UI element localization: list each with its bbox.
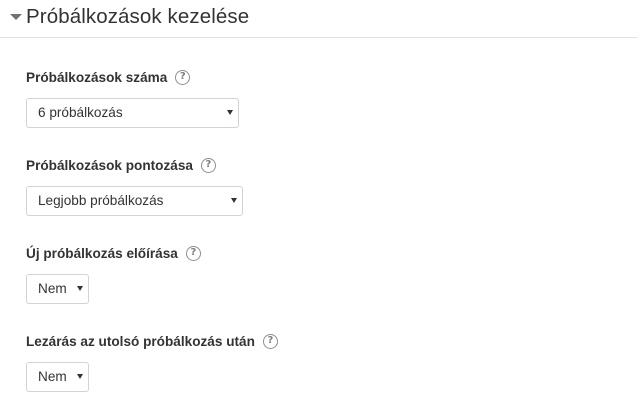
dropdown-arrow-icon — [231, 198, 237, 203]
field-label: Próbálkozások száma — [26, 69, 168, 85]
field-label: Próbálkozások pontozása — [26, 157, 193, 173]
dropdown-arrow-icon — [77, 374, 83, 379]
attempts-count-select[interactable]: 6 próbálkozás — [26, 98, 239, 128]
dropdown-arrow-icon — [227, 110, 233, 115]
field-label: Lezárás az utolsó próbálkozás után — [26, 333, 255, 349]
field-label-row: Lezárás az utolsó próbálkozás után ? — [26, 332, 278, 350]
select-value: Legjobb próbálkozás — [38, 193, 164, 208]
question-circle-icon[interactable]: ? — [200, 157, 216, 173]
caret-down-icon[interactable] — [10, 14, 22, 20]
field-label: Új próbálkozás előírása — [26, 245, 178, 261]
question-circle-icon[interactable]: ? — [175, 69, 191, 85]
field-attempts-count: Próbálkozások száma ? 6 próbálkozás — [26, 68, 239, 128]
section-title[interactable]: Próbálkozások kezelése — [26, 5, 249, 29]
grading-method-select[interactable]: Legjobb próbálkozás — [26, 186, 243, 216]
question-circle-icon[interactable]: ? — [262, 333, 278, 349]
dropdown-arrow-icon — [77, 286, 83, 291]
field-lock-after-last: Lezárás az utolsó próbálkozás után ? Nem — [26, 332, 278, 392]
lock-after-last-select[interactable]: Nem — [26, 362, 89, 392]
field-label-row: Próbálkozások pontozása ? — [26, 156, 243, 174]
field-label-row: Próbálkozások száma ? — [26, 68, 239, 86]
field-new-attempt: Új próbálkozás előírása ? Nem — [26, 244, 201, 304]
select-value: Nem — [38, 369, 67, 384]
new-attempt-select[interactable]: Nem — [26, 274, 89, 304]
field-grading-method: Próbálkozások pontozása ? Legjobb próbál… — [26, 156, 243, 216]
section-header[interactable]: Próbálkozások kezelése — [0, 0, 637, 38]
select-value: 6 próbálkozás — [38, 105, 123, 120]
question-circle-icon[interactable]: ? — [185, 245, 201, 261]
select-value: Nem — [38, 281, 67, 296]
field-label-row: Új próbálkozás előírása ? — [26, 244, 201, 262]
